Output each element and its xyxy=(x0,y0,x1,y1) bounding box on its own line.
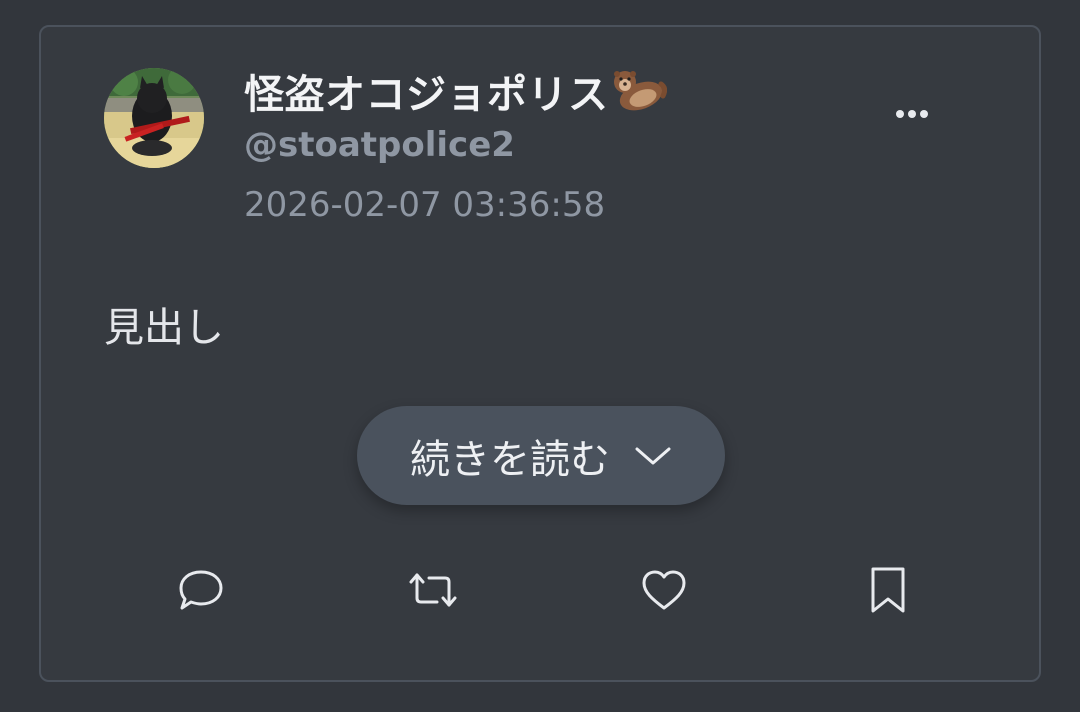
read-more-label: 続きを読む xyxy=(410,436,610,483)
username[interactable]: @stoatpolice2 xyxy=(244,125,515,165)
bookmark-icon xyxy=(871,567,905,613)
more-dots-icon xyxy=(896,110,928,118)
display-name-text: 怪盗オコジョポリス xyxy=(244,72,609,118)
avatar[interactable] xyxy=(104,68,204,168)
timestamp[interactable]: 2026-02-07 03:36:58 xyxy=(244,185,605,225)
repost-button[interactable] xyxy=(402,559,464,621)
like-button[interactable] xyxy=(633,559,695,621)
post-body: 見出し xyxy=(104,305,224,351)
read-more-button[interactable]: 続きを読む xyxy=(357,406,725,505)
reply-button[interactable] xyxy=(170,559,232,621)
more-options-button[interactable] xyxy=(887,91,937,137)
display-name[interactable]: 怪盗オコジョポリス xyxy=(244,63,667,119)
chevron-down-icon xyxy=(634,445,672,467)
bookmark-button[interactable] xyxy=(857,559,919,621)
otter-emoji-icon xyxy=(611,66,667,116)
heart-icon xyxy=(642,570,686,610)
post-card: 怪盗オコジョポリス @stoatpolice2 2026-02-07 03:36… xyxy=(39,25,1041,682)
action-bar xyxy=(41,559,1039,621)
reply-icon xyxy=(179,570,223,610)
repost-icon xyxy=(409,573,457,607)
